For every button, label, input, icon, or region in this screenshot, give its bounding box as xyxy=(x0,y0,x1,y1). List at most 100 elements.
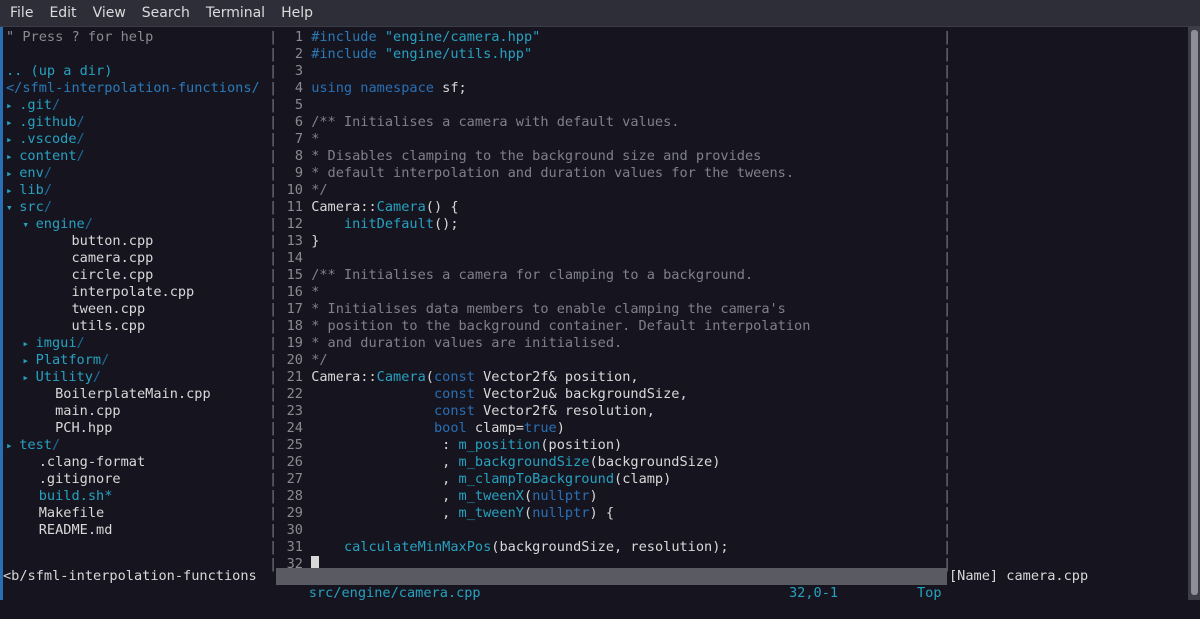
code-line[interactable]: 27 , m_clampToBackground(clamp) xyxy=(273,471,672,488)
tree-file[interactable]: .clang-format xyxy=(6,454,145,471)
code-line[interactable]: 26 , m_backgroundSize(backgroundSize) xyxy=(273,454,721,471)
pane-divider[interactable]: | xyxy=(943,63,951,80)
tree-file[interactable]: camera.cpp xyxy=(6,250,153,267)
code-line[interactable]: 12 initDefault(); xyxy=(273,216,459,233)
pane-divider[interactable]: | xyxy=(943,250,951,267)
tree-file[interactable]: main.cpp xyxy=(6,403,120,420)
dir-name[interactable]: lib xyxy=(19,182,44,198)
pane-divider[interactable]: | xyxy=(943,488,951,505)
tree-dir[interactable]: ▾ src/ xyxy=(6,199,52,216)
tree-file[interactable]: interpolate.cpp xyxy=(6,284,194,301)
collapsed-arrow-icon[interactable]: ▸ xyxy=(22,337,35,350)
pane-divider[interactable]: | xyxy=(269,199,277,216)
pane-divider[interactable]: | xyxy=(943,46,951,63)
pane-divider[interactable]: | xyxy=(269,267,277,284)
pane-divider[interactable]: | xyxy=(269,165,277,182)
pane-divider[interactable]: | xyxy=(943,522,951,539)
dir-name[interactable]: .git xyxy=(19,97,52,113)
tree-file[interactable]: .gitignore xyxy=(6,471,121,488)
pane-divider[interactable]: | xyxy=(269,301,277,318)
pane-divider[interactable]: | xyxy=(943,182,951,199)
tree-dir[interactable]: ▸ .vscode/ xyxy=(6,131,85,148)
pane-divider[interactable]: | xyxy=(269,369,277,386)
file-name[interactable]: build.sh* xyxy=(39,488,113,504)
pane-divider[interactable]: | xyxy=(943,352,951,369)
pane-divider[interactable]: | xyxy=(943,471,951,488)
tree-file[interactable]: BoilerplateMain.cpp xyxy=(6,386,211,403)
code-line[interactable]: 2 #include "engine/utils.hpp" xyxy=(273,46,532,63)
pane-divider[interactable]: | xyxy=(943,505,951,522)
code-line[interactable]: 9 * default interpolation and duration v… xyxy=(273,165,794,182)
tree-dir[interactable]: ▸ content/ xyxy=(6,148,85,165)
tree-file[interactable]: README.md xyxy=(6,522,113,539)
file-name[interactable]: main.cpp xyxy=(55,403,120,419)
code-line[interactable]: 7 * xyxy=(273,131,320,148)
code-line[interactable]: 29 , m_tweenY(nullptr) { xyxy=(273,505,614,522)
menu-edit[interactable]: Edit xyxy=(41,5,84,21)
pane-divider[interactable]: | xyxy=(269,403,277,420)
pane-divider[interactable]: | xyxy=(269,284,277,301)
menu-view[interactable]: View xyxy=(85,5,134,21)
file-name[interactable]: Makefile xyxy=(39,505,104,521)
file-name[interactable]: .gitignore xyxy=(39,471,121,487)
pane-divider[interactable]: | xyxy=(269,131,277,148)
pane-divider[interactable]: | xyxy=(943,131,951,148)
menu-search[interactable]: Search xyxy=(134,5,198,21)
pane-divider[interactable]: | xyxy=(269,522,277,539)
pane-divider[interactable]: | xyxy=(269,335,277,352)
file-name[interactable]: button.cpp xyxy=(71,233,153,249)
tree-file[interactable]: build.sh* xyxy=(6,488,113,505)
tree-file[interactable]: PCH.hpp xyxy=(6,420,112,437)
code-line[interactable]: 21 Camera::Camera(const Vector2f& positi… xyxy=(273,369,639,386)
file-name[interactable]: utils.cpp xyxy=(71,318,145,334)
pane-divider[interactable]: | xyxy=(269,454,277,471)
pane-divider[interactable]: | xyxy=(943,369,951,386)
dir-name[interactable]: .vscode xyxy=(19,131,76,147)
pane-divider[interactable]: | xyxy=(269,505,277,522)
up-dir-label[interactable]: .. (up a dir) xyxy=(6,63,112,79)
pane-divider[interactable]: | xyxy=(943,301,951,318)
menu-help[interactable]: Help xyxy=(273,5,321,21)
pane-divider[interactable]: | xyxy=(269,80,277,97)
tree-dir[interactable]: ▸ imgui/ xyxy=(6,335,84,352)
tree-file[interactable]: circle.cpp xyxy=(6,267,153,284)
file-name[interactable]: interpolate.cpp xyxy=(71,284,194,300)
tree-up-dir[interactable]: .. (up a dir) xyxy=(6,63,112,80)
tree-root[interactable]: </sfml-interpolation-functions/ xyxy=(6,80,260,97)
code-line[interactable]: 5 xyxy=(273,97,311,114)
file-name[interactable]: circle.cpp xyxy=(71,267,153,283)
pane-divider[interactable]: | xyxy=(269,437,277,454)
tree-file[interactable]: button.cpp xyxy=(6,233,153,250)
collapsed-arrow-icon[interactable]: ▸ xyxy=(6,133,19,146)
pane-divider[interactable]: | xyxy=(943,114,951,131)
pane-divider[interactable]: | xyxy=(269,114,277,131)
dir-name[interactable]: content xyxy=(19,148,76,164)
tree-file[interactable]: utils.cpp xyxy=(6,318,145,335)
pane-divider[interactable]: | xyxy=(943,335,951,352)
file-name[interactable]: .clang-format xyxy=(39,454,145,470)
dir-name[interactable]: Utility xyxy=(36,369,93,385)
collapsed-arrow-icon[interactable]: ▸ xyxy=(6,184,19,197)
pane-divider[interactable]: | xyxy=(269,488,277,505)
dir-name[interactable]: imgui xyxy=(36,335,77,351)
code-line[interactable]: 14 xyxy=(273,250,311,267)
code-line[interactable]: 10 */ xyxy=(273,182,328,199)
pane-divider[interactable]: | xyxy=(943,420,951,437)
pane-divider[interactable]: | xyxy=(943,539,951,556)
dir-name[interactable]: test xyxy=(19,437,52,453)
code-line[interactable]: 17 * Initialises data members to enable … xyxy=(273,301,786,318)
code-line[interactable]: 16 * xyxy=(273,284,320,301)
code-line[interactable]: 24 bool clamp=true) xyxy=(273,420,565,437)
tree-dir[interactable]: ▸ .github/ xyxy=(6,114,85,131)
code-line[interactable]: 3 xyxy=(273,63,311,80)
collapsed-arrow-icon[interactable]: ▸ xyxy=(6,150,19,163)
pane-divider[interactable]: | xyxy=(269,233,277,250)
collapsed-arrow-icon[interactable]: ▸ xyxy=(6,439,19,452)
terminal-scrollbar[interactable] xyxy=(1188,27,1200,600)
pane-divider[interactable]: | xyxy=(269,216,277,233)
file-name[interactable]: tween.cpp xyxy=(71,301,145,317)
menu-terminal[interactable]: Terminal xyxy=(198,5,273,21)
dir-name[interactable]: .github xyxy=(19,114,76,130)
file-name[interactable]: README.md xyxy=(39,522,113,538)
tree-dir[interactable]: ▸ Utility/ xyxy=(6,369,101,386)
